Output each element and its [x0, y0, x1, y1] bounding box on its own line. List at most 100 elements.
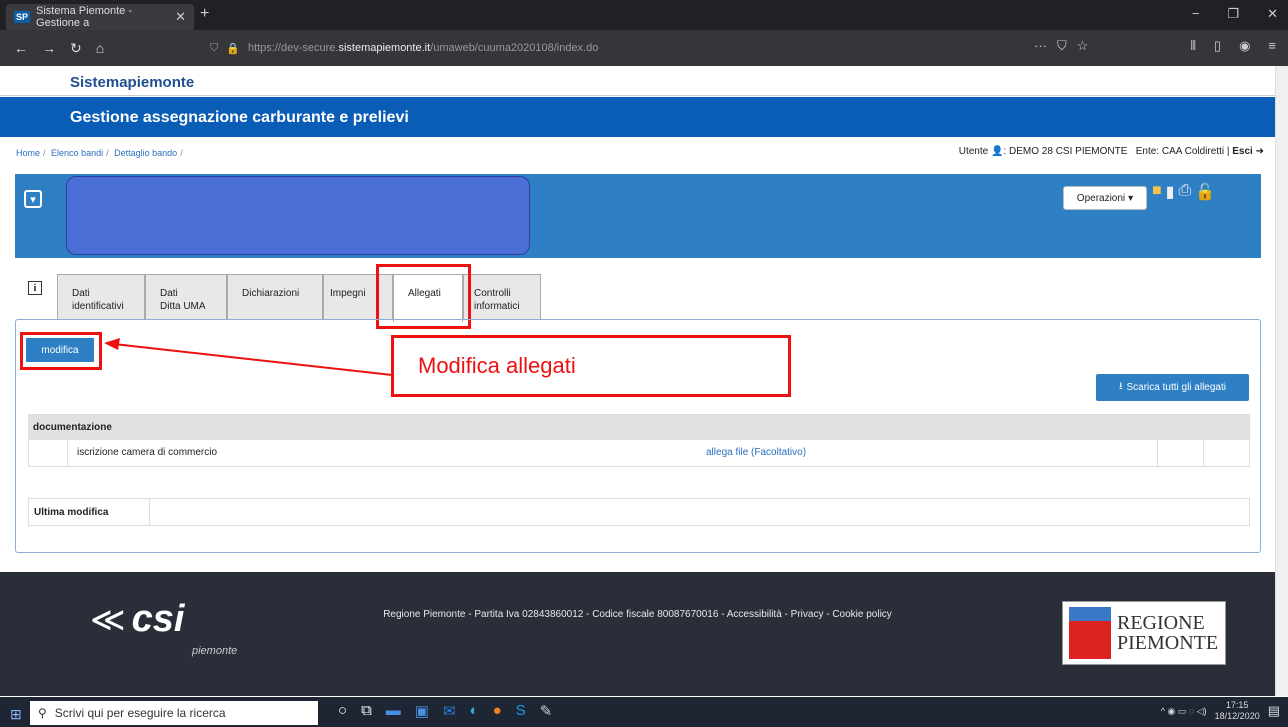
- forward-icon[interactable]: →: [42, 40, 56, 56]
- tab-label: identificativi: [72, 301, 124, 312]
- download-all-label: Scarica tutti gli allegati: [1126, 382, 1227, 393]
- browser-toolbar-right: ⫴ ▯ ◉ ≡: [1190, 38, 1276, 54]
- more-icon[interactable]: ···: [1034, 38, 1047, 54]
- redacted-info-block: [66, 176, 530, 255]
- tab-label: Dati: [160, 288, 178, 299]
- folder-icon[interactable]: ■: [1152, 182, 1162, 202]
- skype-icon[interactable]: S: [516, 702, 526, 720]
- clock[interactable]: 17:15 18/12/2020: [1215, 700, 1260, 722]
- windows-start-icon[interactable]: ⊞: [10, 706, 22, 723]
- csi-mark-icon: ≪: [90, 600, 126, 639]
- tab-dichiarazioni[interactable]: Dichiarazioni: [227, 274, 323, 320]
- sidebar-icon[interactable]: ▯: [1214, 38, 1221, 54]
- firefox-icon[interactable]: ●: [493, 702, 502, 720]
- operations-dropdown[interactable]: Operazioni ▾: [1063, 186, 1147, 210]
- cortana-icon[interactable]: ○: [338, 702, 347, 720]
- documents-header: documentazione: [29, 415, 1249, 440]
- user-name: DEMO 28 CSI PIEMONTE: [1009, 146, 1128, 157]
- account-icon[interactable]: ◉: [1239, 38, 1250, 54]
- file-explorer-icon[interactable]: ▬: [386, 702, 401, 720]
- taskbar-apps: ○ ⧉ ▬ ▣ ✉ ◐ ● S ✎: [338, 702, 552, 720]
- minimize-icon[interactable]: −: [1192, 6, 1200, 22]
- system-tray: ^ ◉ ▭ ◌ ◁) 17:15 18/12/2020 ▤: [1161, 700, 1280, 722]
- regione-line1: REGIONE: [1117, 612, 1205, 634]
- user-ente: Ente: CAA Coldiretti: [1135, 146, 1225, 157]
- csi-logo[interactable]: ≪ csi piemonte: [90, 598, 237, 657]
- store-icon[interactable]: ▣: [415, 702, 429, 720]
- download-all-button[interactable]: ⭳ Scarica tutti gli allegati: [1096, 374, 1249, 401]
- tab-label: Ditta UMA: [160, 301, 206, 312]
- taskbar-search-input[interactable]: ⚲ Scrivi qui per eseguire la ricerca: [30, 701, 318, 725]
- attach-file-link[interactable]: allega file (Facoltativo): [706, 447, 806, 458]
- address-bar[interactable]: ⛉ 🔒 https://dev-secure.sistemapiemonte.i…: [210, 36, 1070, 60]
- browser-tab-title: Sistema Piemonte - Gestione a: [36, 5, 132, 29]
- paint-icon[interactable]: ✎: [540, 702, 553, 720]
- unlock-icon[interactable]: 🔓: [1195, 182, 1215, 202]
- tab-controlli-informatici[interactable]: Controlli informatici: [463, 274, 541, 320]
- task-view-icon[interactable]: ⧉: [361, 702, 372, 720]
- print-icon[interactable]: ⎙: [1178, 182, 1191, 202]
- search-icon: ⚲: [38, 706, 47, 720]
- library-icon[interactable]: ⫴: [1190, 38, 1195, 54]
- pocket-icon[interactable]: ⛉: [1057, 38, 1067, 54]
- tab-label: Controlli: [474, 288, 511, 299]
- last-modified-label: Ultima modifica: [34, 507, 109, 518]
- close-window-icon[interactable]: ✕: [1267, 6, 1278, 22]
- window-controls: − ❐ ✕: [1192, 6, 1278, 22]
- breadcrumb-home[interactable]: Home: [16, 148, 40, 158]
- regione-flag-icon: [1069, 607, 1111, 659]
- tray-icons[interactable]: ^ ◉ ▭ ◌ ◁): [1161, 706, 1207, 717]
- close-tab-icon[interactable]: ✕: [175, 9, 186, 25]
- url-actions: ··· ⛉ ☆: [1034, 38, 1088, 54]
- shield-icon: ⛉: [210, 41, 219, 54]
- new-tab-icon[interactable]: +: [200, 5, 209, 23]
- download-icon: ⭳: [1119, 381, 1123, 392]
- doc-item-name: iscrizione camera di commercio: [77, 447, 218, 458]
- reload-icon[interactable]: ↻: [70, 40, 82, 57]
- logout-link[interactable]: Esci: [1232, 146, 1253, 157]
- page-scrollbar[interactable]: [1275, 66, 1288, 696]
- regione-piemonte-logo[interactable]: REGIONE PIEMONTE: [1062, 601, 1226, 665]
- url-text: https://dev-secure.sistemapiemonte.it/um…: [247, 42, 599, 54]
- restore-icon[interactable]: ❐: [1227, 6, 1239, 22]
- breadcrumb-dettaglio-bando[interactable]: Dettaglio bando: [114, 148, 177, 158]
- edge-icon[interactable]: ◐: [470, 702, 479, 720]
- collapse-toggle-icon[interactable]: ▾: [24, 190, 42, 208]
- logout-icon[interactable]: ➜: [1256, 146, 1264, 157]
- tab-dati-ditta-uma[interactable]: Dati Ditta UMA: [145, 274, 227, 320]
- bookmark-star-icon[interactable]: ☆: [1077, 38, 1089, 54]
- back-icon[interactable]: ←: [14, 40, 28, 56]
- panel-action-icons: ■ ▮ ⎙ 🔓: [1152, 182, 1215, 202]
- search-placeholder: Scrivi qui per eseguire la ricerca: [54, 706, 226, 720]
- tab-label: Dati: [72, 288, 90, 299]
- home-icon[interactable]: ⌂: [96, 40, 104, 56]
- csi-logo-sub: piemonte: [192, 645, 238, 657]
- user-label: Utente: [958, 146, 989, 157]
- mail-icon[interactable]: ✉: [443, 702, 456, 720]
- operations-label: Operazioni: [1076, 192, 1126, 204]
- user-info: Utente 👤: DEMO 28 CSI PIEMONTE Ente: CAA…: [958, 146, 1264, 157]
- caret-down-icon: ▾: [1128, 192, 1134, 204]
- clock-time: 17:15: [1225, 700, 1249, 710]
- regione-line2: PIEMONTE: [1117, 632, 1219, 654]
- notification-icon[interactable]: ▤: [1268, 703, 1280, 719]
- menu-icon[interactable]: ≡: [1268, 38, 1276, 54]
- last-modified-row: Ultima modifica: [28, 498, 1250, 526]
- csi-logo-text: csi: [131, 598, 185, 640]
- callout-arrow: [104, 338, 393, 376]
- breadcrumb-elenco-bandi[interactable]: Elenco bandi: [51, 148, 103, 158]
- breadcrumb: Home / Elenco bandi / Dettaglio bando /: [16, 148, 183, 158]
- table-row: iscrizione camera di commercio allega fi…: [29, 440, 1249, 466]
- tab-label: Dichiarazioni: [242, 288, 300, 299]
- tab-dati-identificativi[interactable]: Dati identificativi: [57, 274, 145, 320]
- site-favicon: SP: [14, 11, 31, 23]
- browser-tab[interactable]: SP Sistema Piemonte - Gestione a ✕: [6, 4, 194, 30]
- document-icon[interactable]: ▮: [1166, 182, 1175, 202]
- user-icon: 👤: [991, 146, 1004, 157]
- lock-icon: 🔒: [226, 42, 240, 55]
- site-name[interactable]: Sistemapiemonte: [70, 74, 194, 91]
- tab-label: informatici: [474, 301, 520, 312]
- callout-modifica-allegati: Modifica allegati: [391, 335, 791, 397]
- page-title: Gestione assegnazione carburante e preli…: [70, 109, 409, 126]
- info-icon[interactable]: i: [28, 281, 42, 295]
